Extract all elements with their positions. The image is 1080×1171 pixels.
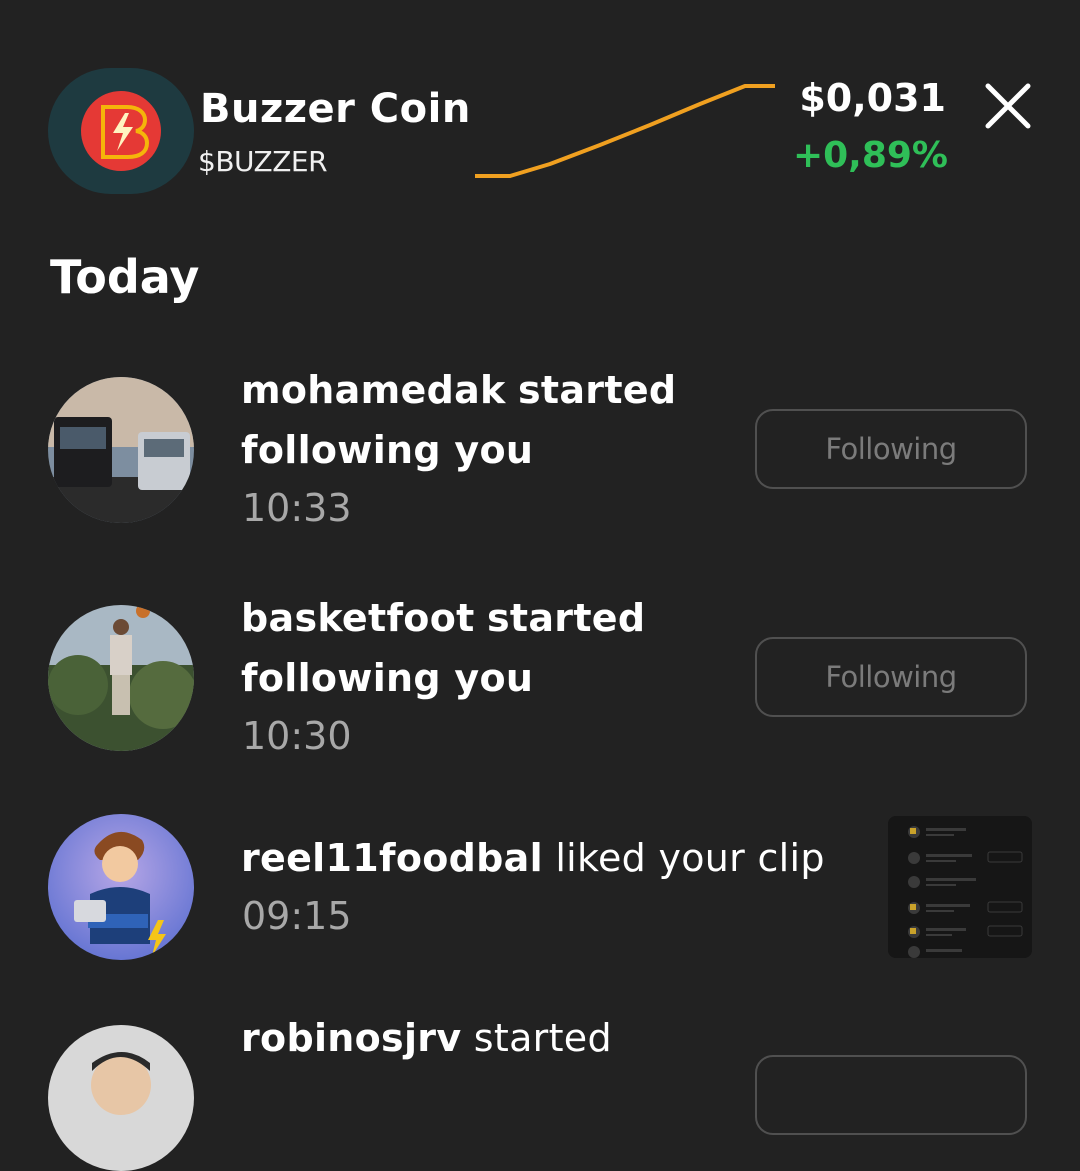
notification-text: mohamedak started following you [241, 360, 676, 480]
coin-ticker: $BUZZER [198, 145, 328, 178]
following-button[interactable]: Following [755, 637, 1027, 717]
notification-action-line2: following you [241, 656, 534, 700]
notification-action: started [473, 1016, 612, 1060]
basketball-player-photo-avatar-icon[interactable] [48, 605, 194, 751]
notification-action-line2: following you [241, 428, 534, 472]
notification-time: 10:30 [242, 714, 352, 758]
notification-action: started [486, 596, 646, 640]
notification-action: started [517, 368, 677, 412]
notification-text: reel11foodbal liked your clip [241, 828, 825, 888]
price-sparkline [475, 84, 775, 178]
notification-action: liked your clip [555, 836, 825, 880]
coin-change: +0,89% [792, 135, 948, 176]
notification-time: 10:33 [242, 486, 352, 530]
follow-button[interactable] [755, 1055, 1027, 1135]
cartoon-boy-avatar-icon[interactable] [48, 814, 194, 960]
coin-name: Buzzer Coin [200, 86, 471, 132]
trucks-photo-avatar-icon[interactable] [48, 377, 194, 523]
username[interactable]: robinosjrv [241, 1016, 461, 1060]
buzzer-coin-logo-icon[interactable] [48, 68, 194, 194]
close-icon[interactable] [980, 78, 1036, 134]
clip-screenshot-thumbnail-icon[interactable] [888, 816, 1032, 958]
username[interactable]: reel11foodbal [241, 836, 543, 880]
username[interactable]: basketfoot [241, 596, 475, 640]
coin-header: Buzzer Coin $BUZZER $0,031 +0,89% [0, 0, 1080, 200]
notification-text: robinosjrv started [241, 1008, 612, 1068]
following-button[interactable]: Following [755, 409, 1027, 489]
coin-price: $0,031 [799, 76, 946, 120]
section-title-today: Today [50, 250, 200, 304]
notification-text: basketfoot started following you [241, 588, 645, 708]
username[interactable]: mohamedak [241, 368, 506, 412]
notification-time: 09:15 [242, 894, 352, 938]
person-photo-avatar-icon[interactable] [48, 1025, 194, 1171]
